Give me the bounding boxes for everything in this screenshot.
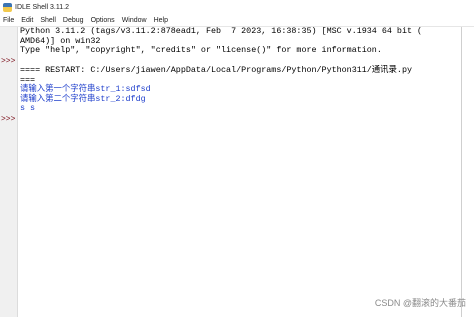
banner-line: Type "help", "copyright", "credits" or "… bbox=[20, 45, 382, 56]
title-bar: IDLE Shell 3.11.2 bbox=[0, 0, 474, 14]
watermark: CSDN @翻滚的大番茄 bbox=[374, 298, 466, 308]
shell-output[interactable]: Python 3.11.2 (tags/v3.11.2:878ead1, Feb… bbox=[20, 26, 470, 317]
menu-shell[interactable]: Shell bbox=[37, 17, 60, 24]
menu-help[interactable]: Help bbox=[151, 17, 172, 24]
restart-line: ==== RESTART: C:/Users/jiawen/AppData/Lo… bbox=[20, 65, 413, 75]
prompt-gutter: >>> >>> bbox=[0, 27, 18, 317]
python-icon bbox=[3, 2, 12, 12]
right-margin-line bbox=[461, 27, 462, 317]
menu-window[interactable]: Window bbox=[119, 17, 151, 24]
menu-edit[interactable]: Edit bbox=[18, 17, 37, 24]
window-title: IDLE Shell 3.11.2 bbox=[15, 3, 69, 11]
menu-file[interactable]: File bbox=[0, 17, 18, 24]
program-output: s s bbox=[20, 103, 36, 114]
menu-debug[interactable]: Debug bbox=[60, 17, 88, 24]
prompt-marker: >>> bbox=[1, 115, 16, 124]
menu-options[interactable]: Options bbox=[88, 17, 119, 24]
input-prompt-line: 请输入第二个字符串str_2:dfdg bbox=[20, 93, 146, 104]
prompt-marker: >>> bbox=[1, 57, 16, 66]
